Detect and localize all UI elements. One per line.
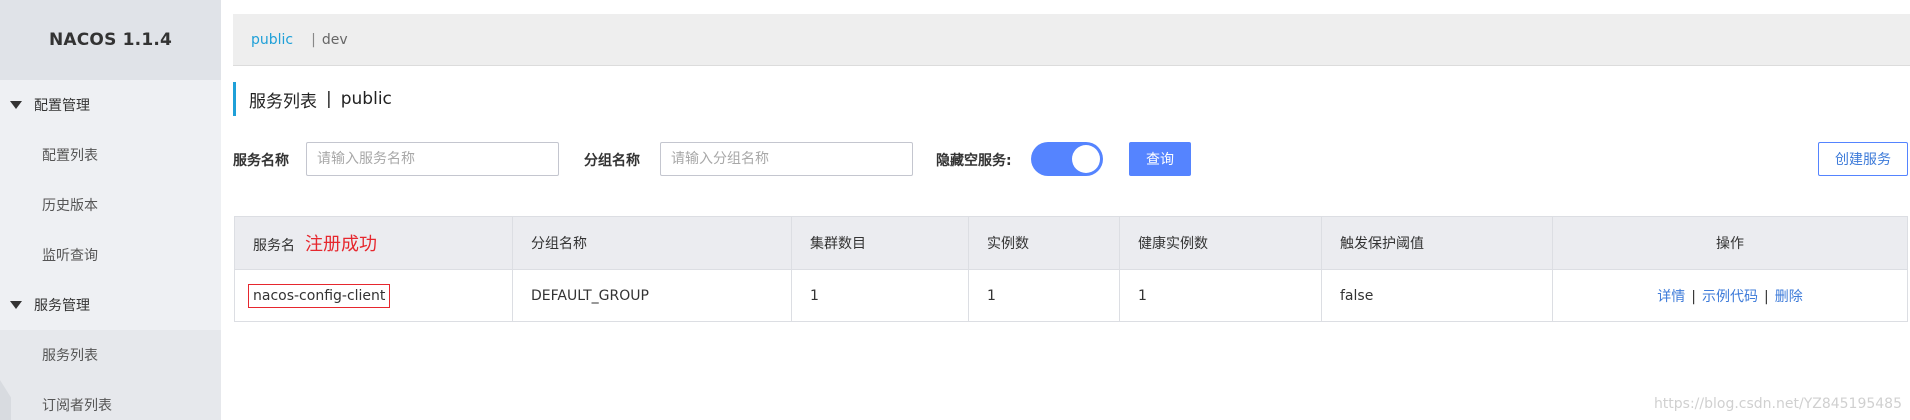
page-title-separator: | [326,89,332,109]
cell-instance-count: 1 [968,269,1120,322]
table-row: nacos-config-client DEFAULT_GROUP 1 1 1 … [234,269,1908,322]
sidebar-item-config-list[interactable]: 配置列表 [0,130,221,180]
cell-group-name: DEFAULT_GROUP [512,269,792,322]
col-healthy-instance-count: 健康实例数 [1119,216,1322,270]
namespace-separator: | [311,31,316,48]
caret-down-icon [10,301,22,309]
table-header-row: 服务名 注册成功 分组名称 集群数目 实例数 健康实例数 触发保护阈值 操作 [234,216,1908,270]
col-group-name: 分组名称 [512,216,792,270]
hide-empty-toggle[interactable] [1031,142,1103,176]
service-name-value: nacos-config-client [248,283,391,308]
page-title-text: 服务列表 [249,91,317,112]
col-instance-count: 实例数 [968,216,1120,270]
col-actions: 操作 [1552,216,1908,270]
sidebar-item-history[interactable]: 历史版本 [0,180,221,230]
sidebar: NACOS 1.1.4 配置管理 配置列表 历史版本 监听查询 服务管理 服务列… [0,0,221,420]
namespace-dev-link[interactable]: dev [322,32,348,48]
sidebar-item-listener-query[interactable]: 监听查询 [0,230,221,280]
example-code-link[interactable]: 示例代码 [1702,289,1758,305]
namespace-public-link[interactable]: public [251,32,293,48]
watermark: https://blog.csdn.net/YZ845195485 [1653,396,1902,412]
service-table: 服务名 注册成功 分组名称 集群数目 实例数 健康实例数 触发保护阈值 操作 na… [234,216,1908,322]
delete-link[interactable]: 删除 [1775,289,1803,305]
toggle-knob [1072,145,1100,173]
sidebar-item-label: 订阅者列表 [42,398,112,414]
group-name-input[interactable] [660,142,913,176]
service-name-label: 服务名称 [233,153,289,169]
page-title: 服务列表 | public [233,82,392,116]
sidebar-group-label: 配置管理 [34,98,90,114]
action-separator: | [1691,288,1696,305]
service-name-input[interactable] [306,142,559,176]
cell-actions: 详情 | 示例代码 | 删除 [1552,269,1908,322]
detail-link[interactable]: 详情 [1657,289,1685,305]
app-title: NACOS 1.1.4 [0,0,221,80]
col-cluster-count: 集群数目 [791,216,969,270]
col-service-name-label: 服务名 [253,238,295,254]
page-title-namespace: public [340,89,392,109]
sidebar-item-subscriber-list[interactable]: 订阅者列表 [0,380,221,420]
sidebar-group-config-management[interactable]: 配置管理 [0,80,221,130]
namespace-bar: public | dev [233,14,1910,66]
sidebar-group-label: 服务管理 [34,298,90,314]
cell-service-name: nacos-config-client [234,269,513,322]
create-service-button[interactable]: 创建服务 [1818,142,1908,176]
cell-protect-threshold: false [1321,269,1553,322]
col-service-name: 服务名 注册成功 [234,216,513,270]
group-name-label: 分组名称 [584,153,640,169]
caret-down-icon [10,101,22,109]
registration-success-annotation: 注册成功 [305,234,377,255]
sidebar-group-service-management[interactable]: 服务管理 [0,280,221,330]
cell-healthy-instance-count: 1 [1119,269,1322,322]
sidebar-item-service-list[interactable]: 服务列表 [0,330,221,380]
query-button[interactable]: 查询 [1129,142,1191,176]
action-separator: | [1764,288,1769,305]
hide-empty-label: 隐藏空服务: [936,153,1012,169]
cell-cluster-count: 1 [791,269,969,322]
col-protect-threshold: 触发保护阈值 [1321,216,1553,270]
